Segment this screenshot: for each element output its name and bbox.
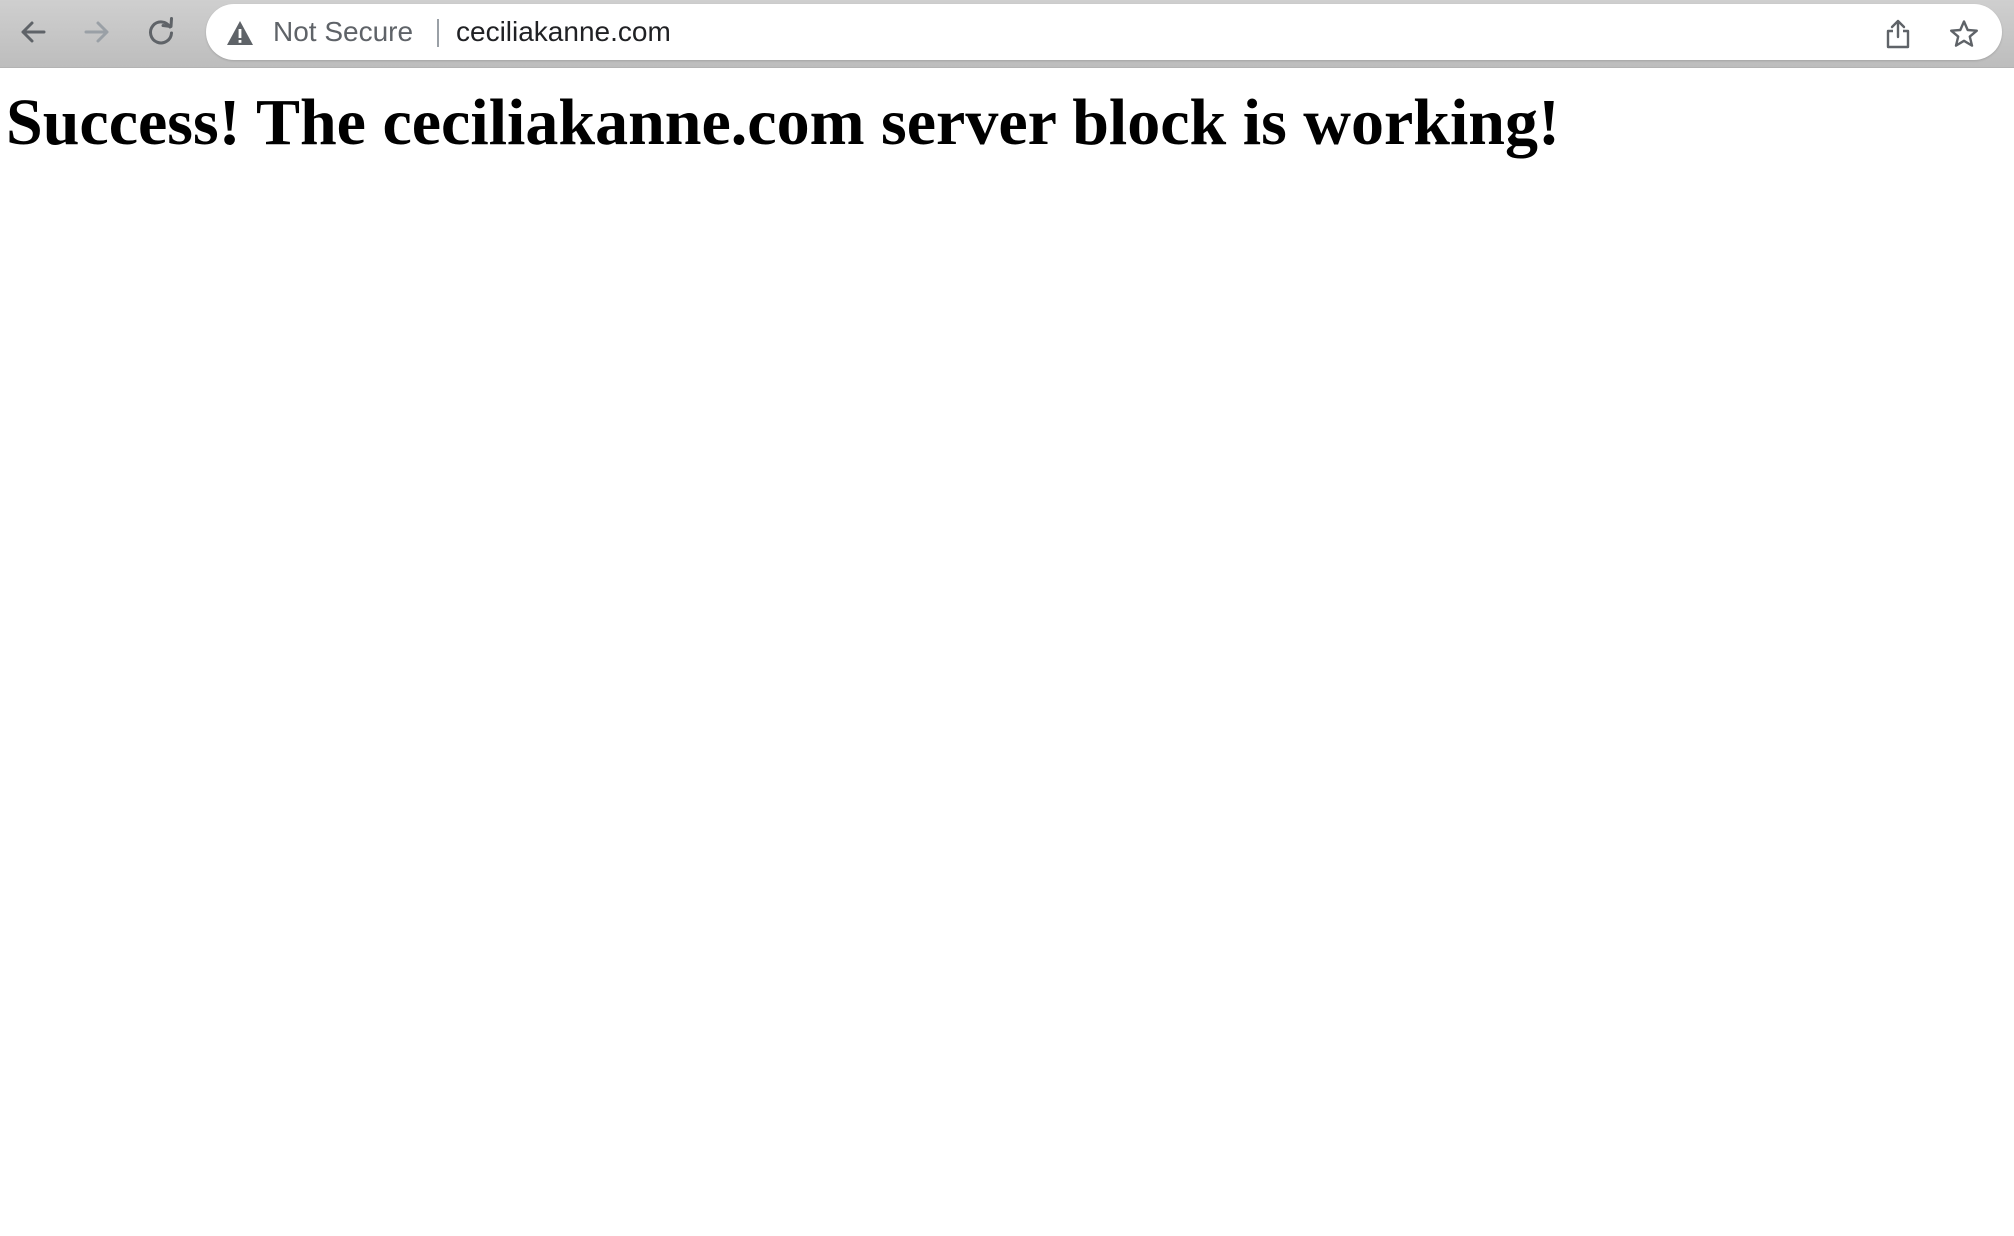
forward-button[interactable] xyxy=(74,10,120,54)
share-button[interactable] xyxy=(1878,14,1918,54)
back-button[interactable] xyxy=(10,10,56,54)
reload-button[interactable] xyxy=(138,10,184,54)
omnibox-divider xyxy=(437,19,439,47)
reload-icon xyxy=(149,17,173,45)
star-icon xyxy=(1950,20,1978,47)
address-bar[interactable]: Not Secure ceciliakanne.com xyxy=(206,4,2002,60)
page-heading: Success! The ceciliakanne.com server blo… xyxy=(6,86,1560,159)
browser-toolbar: Not Secure ceciliakanne.com xyxy=(0,0,2014,68)
bookmark-button[interactable] xyxy=(1944,14,1984,54)
warning-triangle-icon[interactable] xyxy=(226,20,254,46)
arrow-left-icon xyxy=(21,21,46,43)
share-icon xyxy=(1886,19,1910,49)
url-text[interactable]: ceciliakanne.com xyxy=(456,4,671,60)
page-content: Success! The ceciliakanne.com server blo… xyxy=(0,68,2014,1236)
security-status-label[interactable]: Not Secure xyxy=(273,4,413,60)
arrow-right-icon xyxy=(84,21,109,43)
